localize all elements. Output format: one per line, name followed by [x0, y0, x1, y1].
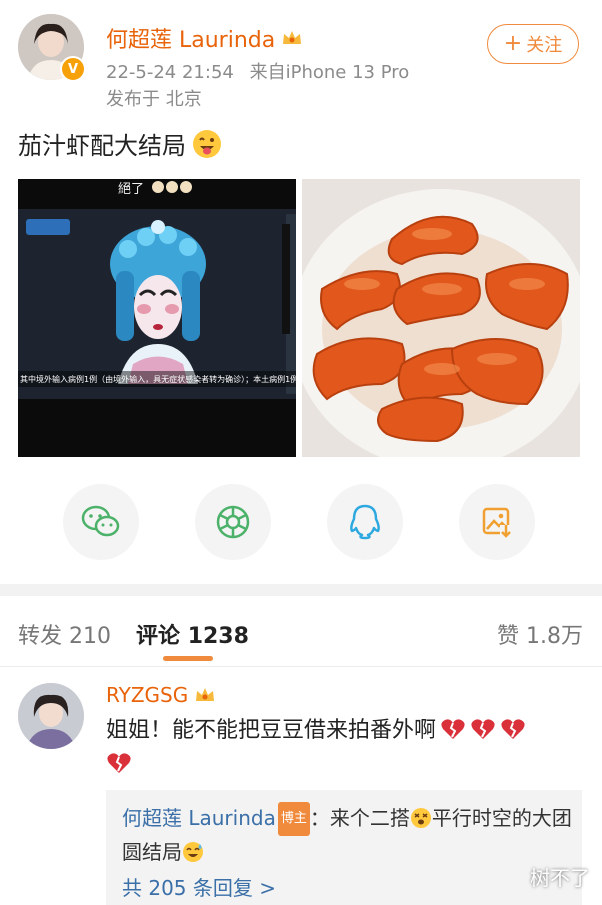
broken-heart-icon	[107, 753, 131, 773]
share-qq-button[interactable]	[327, 484, 403, 560]
commenter-name[interactable]: RYZGSG	[106, 683, 188, 707]
reply-preview[interactable]: 何超莲 Laurinda 博主 ：来个二搭 平行时空的大团圆结局 共 205 条回复 …	[106, 790, 582, 905]
tab-comments[interactable]: 评论 1238	[136, 618, 249, 650]
comment-body: 姐姐！能不能把豆豆借来拍番外啊	[106, 718, 437, 743]
broken-heart-icon	[501, 719, 525, 739]
author-avatar[interactable]: V	[18, 14, 86, 82]
image1-subtitle: 其中境外输入病例1例（由境外输入，具无症状感染者转为确诊）；本土病例1例	[20, 374, 296, 384]
reply-text-a: ：来个二搭	[309, 806, 410, 830]
crown-icon	[196, 688, 215, 701]
post-source: 来自iPhone 13 Pro	[249, 62, 410, 83]
tab-likes[interactable]: 赞 1.8万	[497, 618, 583, 650]
share-wechat-button[interactable]	[63, 484, 139, 560]
tab-comments-label: 评论	[136, 624, 181, 649]
tab-repost[interactable]: 转发 210	[18, 618, 111, 650]
moments-icon	[216, 505, 250, 539]
commenter-name-row[interactable]: RYZGSG	[106, 683, 216, 707]
dizzy-face-emoji-icon	[410, 808, 431, 828]
post-body: 茄汁虾配大结局	[18, 132, 186, 160]
reply-author[interactable]: 何超莲 Laurinda	[122, 806, 276, 830]
broken-heart-icon	[471, 719, 495, 739]
plus-icon: +	[503, 31, 523, 56]
tab-likes-label: 赞	[497, 624, 520, 649]
post-meta: 22-5-24 21:54 来自iPhone 13 Pro	[106, 58, 409, 84]
post-text: 茄汁虾配大结局	[18, 126, 222, 161]
reply-text: 何超莲 Laurinda 博主 ：来个二搭 平行时空的大团圆结局	[122, 802, 572, 868]
broken-heart-icon	[441, 719, 465, 739]
follow-button[interactable]: + 关注	[487, 24, 579, 64]
active-tab-indicator	[163, 656, 213, 661]
post-image-1[interactable]: 絕了 其中境外输入病例1例（由境外输入，具无症状感染者转为确诊）；本土病例1例	[18, 179, 296, 457]
sweat-smile-emoji-icon	[183, 842, 203, 862]
watermark: 树不了	[530, 866, 590, 890]
save-image-icon	[482, 507, 512, 538]
tab-repost-count: 210	[69, 624, 112, 649]
qq-icon	[350, 504, 380, 540]
post-location: 发布于 北京	[106, 89, 202, 110]
wechat-icon	[81, 505, 120, 537]
author-badge: 博主	[277, 802, 310, 836]
comment-text: 姐姐！能不能把豆豆借来拍番外啊	[106, 714, 581, 782]
verified-badge-icon: V	[60, 56, 86, 82]
save-image-button[interactable]	[459, 484, 535, 560]
tab-likes-count: 1.8万	[526, 624, 584, 649]
share-moments-button[interactable]	[195, 484, 271, 560]
post-image-2[interactable]	[302, 179, 580, 457]
view-replies-link[interactable]: 共 205 条回复 >	[122, 872, 276, 901]
author-name[interactable]: 何超莲 Laurinda	[106, 22, 275, 54]
tab-repost-label: 转发	[18, 624, 63, 649]
tab-bottom-line	[0, 666, 602, 667]
commenter-avatar[interactable]	[18, 683, 84, 749]
post-date: 22-5-24 21:54	[106, 62, 234, 83]
tab-comments-count: 1238	[187, 624, 249, 649]
author-name-row[interactable]: 何超莲 Laurinda	[106, 22, 303, 54]
tongue-out-emoji-icon	[193, 129, 221, 158]
image1-caption: 絕了	[118, 182, 144, 197]
crown-icon	[283, 31, 302, 44]
section-divider	[0, 584, 602, 596]
follow-label: 关注	[526, 35, 563, 56]
